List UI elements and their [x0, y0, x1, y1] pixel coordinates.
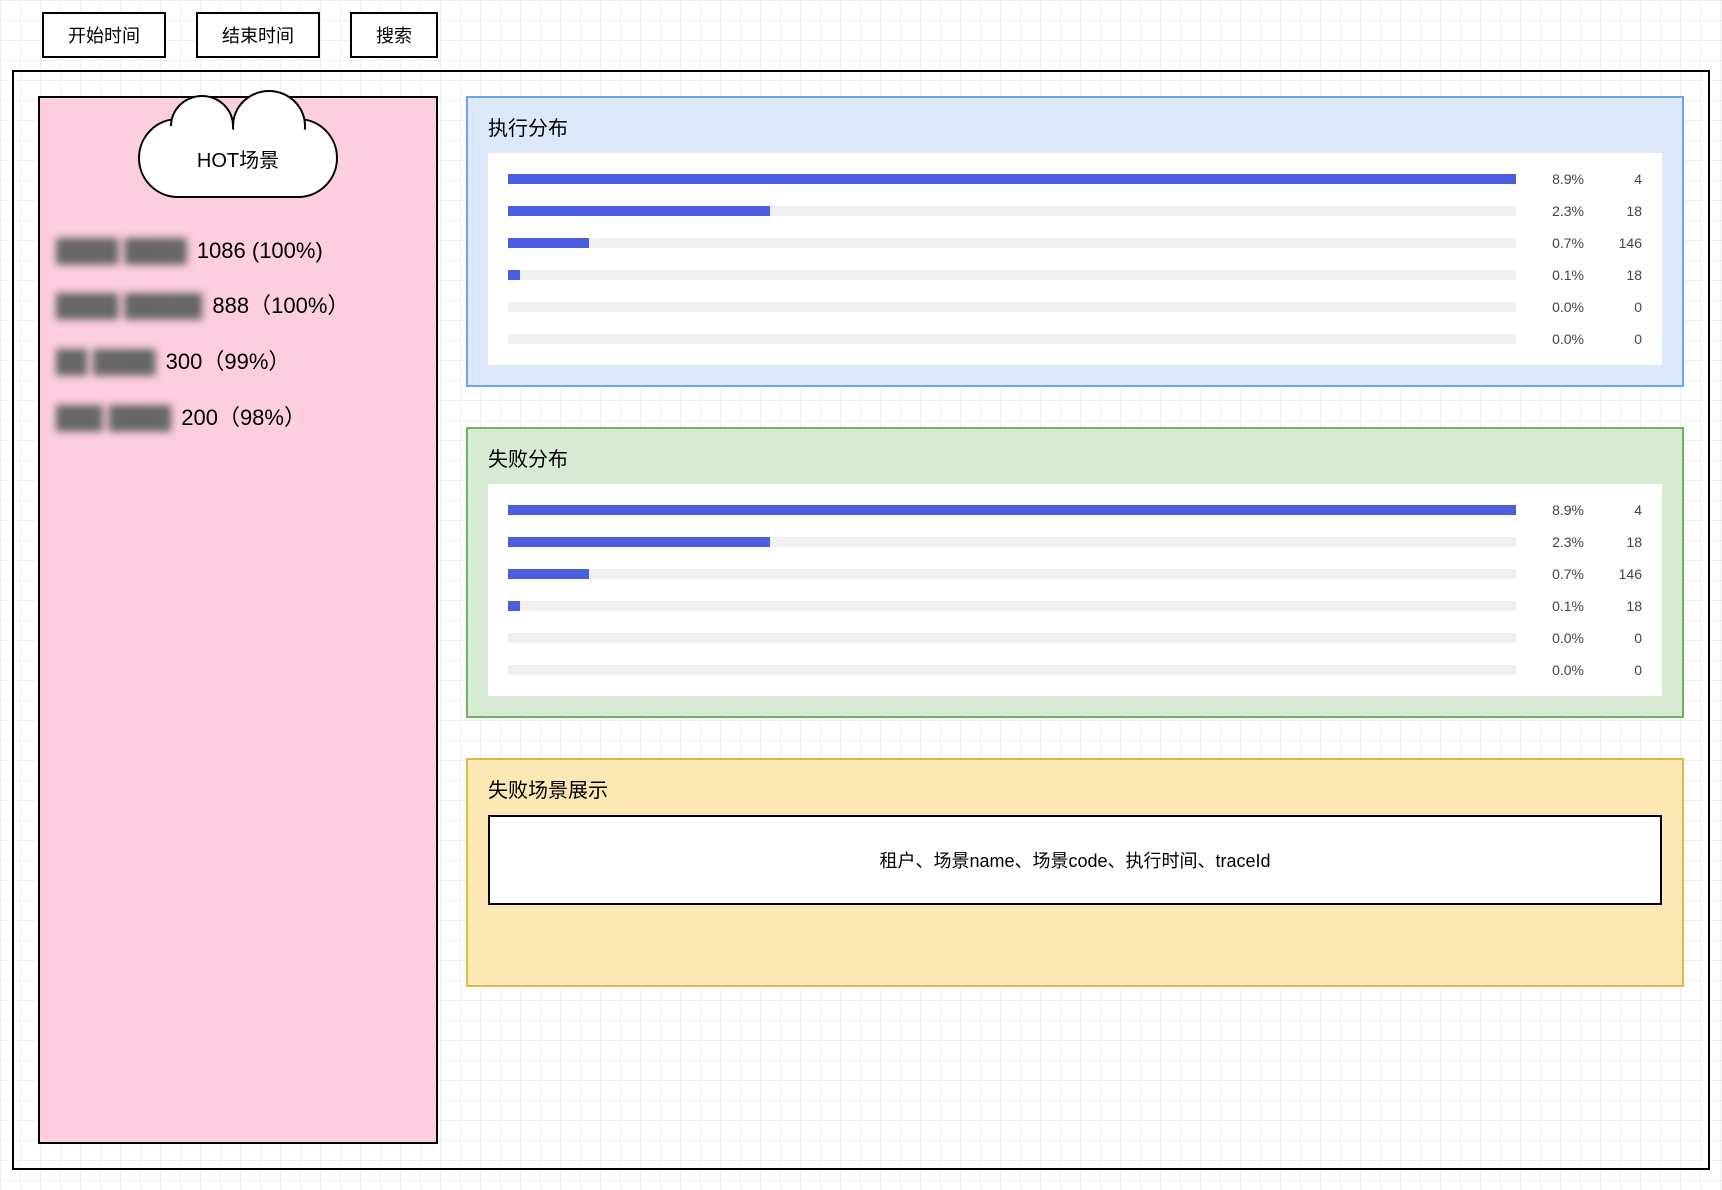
hot-scene-value: 1086 (100%) [197, 238, 323, 264]
bar-row: 0.1% 18 [508, 263, 1642, 287]
bar-count: 18 [1602, 203, 1642, 219]
bar-count: 0 [1602, 331, 1642, 347]
failure-scene-panel-title: 失败场景展示 [488, 774, 1662, 803]
bar-row: 2.3% 18 [508, 530, 1642, 554]
bar-track [508, 601, 1516, 611]
hot-scene-value: 300（99%） [166, 344, 291, 376]
bar-row: 0.7% 146 [508, 231, 1642, 255]
bar-track [508, 569, 1516, 579]
failure-distribution-panel: 失败分布 8.9% 4 2.3% 18 0.7% 146 0.1% 18 0.0% 0 0.0% 0 [466, 427, 1684, 718]
hot-scene-item[interactable]: ████ █████ 888（100%） [56, 288, 420, 320]
bar-track [508, 334, 1516, 344]
hot-scene-sidebar: HOT场景 ████ ████ 1086 (100%) ████ █████ 888（… [38, 96, 438, 1144]
bar-track [508, 238, 1516, 248]
bar-percent: 0.0% [1534, 299, 1584, 315]
bar-percent: 0.0% [1534, 662, 1584, 678]
start-time-button[interactable]: 开始时间 [42, 12, 166, 58]
bar-track [508, 270, 1516, 280]
bar-count: 146 [1602, 566, 1642, 582]
failure-bars: 8.9% 4 2.3% 18 0.7% 146 0.1% 18 0.0% 0 0.0% 0 [488, 484, 1662, 696]
bar-track [508, 302, 1516, 312]
bar-track [508, 537, 1516, 547]
failure-panel-title: 失败分布 [488, 443, 1662, 472]
bar-row: 8.9% 4 [508, 498, 1642, 522]
hot-scene-name: ████ █████ [56, 293, 202, 319]
hot-scene-value: 888（100%） [212, 288, 349, 320]
bar-track [508, 505, 1516, 515]
bar-row: 8.9% 4 [508, 167, 1642, 191]
bar-track [508, 174, 1516, 184]
bar-count: 0 [1602, 299, 1642, 315]
bar-fill [508, 270, 520, 280]
bar-track [508, 206, 1516, 216]
bar-percent: 8.9% [1534, 502, 1584, 518]
hot-scene-item[interactable]: ██ ████ 300（99%） [56, 344, 420, 376]
bar-row: 0.1% 18 [508, 594, 1642, 618]
toolbar: 开始时间 结束时间 搜索 [12, 12, 1710, 70]
bar-percent: 8.9% [1534, 171, 1584, 187]
bar-percent: 0.1% [1534, 598, 1584, 614]
bar-fill [508, 505, 1516, 515]
bar-count: 18 [1602, 598, 1642, 614]
bar-count: 0 [1602, 662, 1642, 678]
bar-percent: 0.7% [1534, 566, 1584, 582]
bar-percent: 0.7% [1534, 235, 1584, 251]
execution-distribution-panel: 执行分布 8.9% 4 2.3% 18 0.7% 146 0.1% 18 0.0% 0 0.0% 0 [466, 96, 1684, 387]
failure-scene-panel: 失败场景展示 租户、场景name、场景code、执行时间、traceId [466, 758, 1684, 987]
bar-row: 0.0% 0 [508, 327, 1642, 351]
bar-count: 18 [1602, 267, 1642, 283]
bar-fill [508, 569, 589, 579]
bar-count: 4 [1602, 502, 1642, 518]
hot-scene-item[interactable]: ████ ████ 1086 (100%) [56, 238, 420, 264]
hot-scene-title-cloud: HOT场景 [138, 118, 338, 198]
bar-count: 0 [1602, 630, 1642, 646]
bar-count: 4 [1602, 171, 1642, 187]
bar-fill [508, 174, 1516, 184]
bar-percent: 2.3% [1534, 203, 1584, 219]
bar-count: 18 [1602, 534, 1642, 550]
bar-fill [508, 601, 520, 611]
execution-bars: 8.9% 4 2.3% 18 0.7% 146 0.1% 18 0.0% 0 0.0% 0 [488, 153, 1662, 365]
hot-scene-name: ████ ████ [56, 238, 187, 264]
bar-percent: 2.3% [1534, 534, 1584, 550]
search-button[interactable]: 搜索 [350, 12, 438, 58]
bar-row: 0.0% 0 [508, 295, 1642, 319]
bar-fill [508, 206, 770, 216]
bar-row: 2.3% 18 [508, 199, 1642, 223]
right-column: 执行分布 8.9%42.3%180.7%1460.1%180.0%00.0%0 … [466, 96, 1684, 1144]
bar-fill [508, 238, 589, 248]
bar-percent: 0.0% [1534, 630, 1584, 646]
hot-scene-name: ██ ████ [56, 349, 156, 375]
bar-percent: 0.1% [1534, 267, 1584, 283]
hot-scene-name: ███ ████ [56, 405, 171, 431]
bar-track [508, 665, 1516, 675]
bar-count: 146 [1602, 235, 1642, 251]
bar-fill [508, 537, 770, 547]
hot-scene-value: 200（98%） [181, 400, 306, 432]
bar-row: 0.7% 146 [508, 562, 1642, 586]
bar-percent: 0.0% [1534, 331, 1584, 347]
execution-panel-title: 执行分布 [488, 112, 1662, 141]
bar-track [508, 633, 1516, 643]
bar-row: 0.0% 0 [508, 626, 1642, 650]
end-time-button[interactable]: 结束时间 [196, 12, 320, 58]
main-frame: HOT场景 ████ ████ 1086 (100%) ████ █████ 888（… [12, 70, 1710, 1170]
bar-row: 0.0% 0 [508, 658, 1642, 682]
hot-scene-item[interactable]: ███ ████ 200（98%） [56, 400, 420, 432]
hot-scene-title: HOT场景 [197, 144, 279, 173]
failure-scene-row: 租户、场景name、场景code、执行时间、traceId [488, 815, 1662, 905]
